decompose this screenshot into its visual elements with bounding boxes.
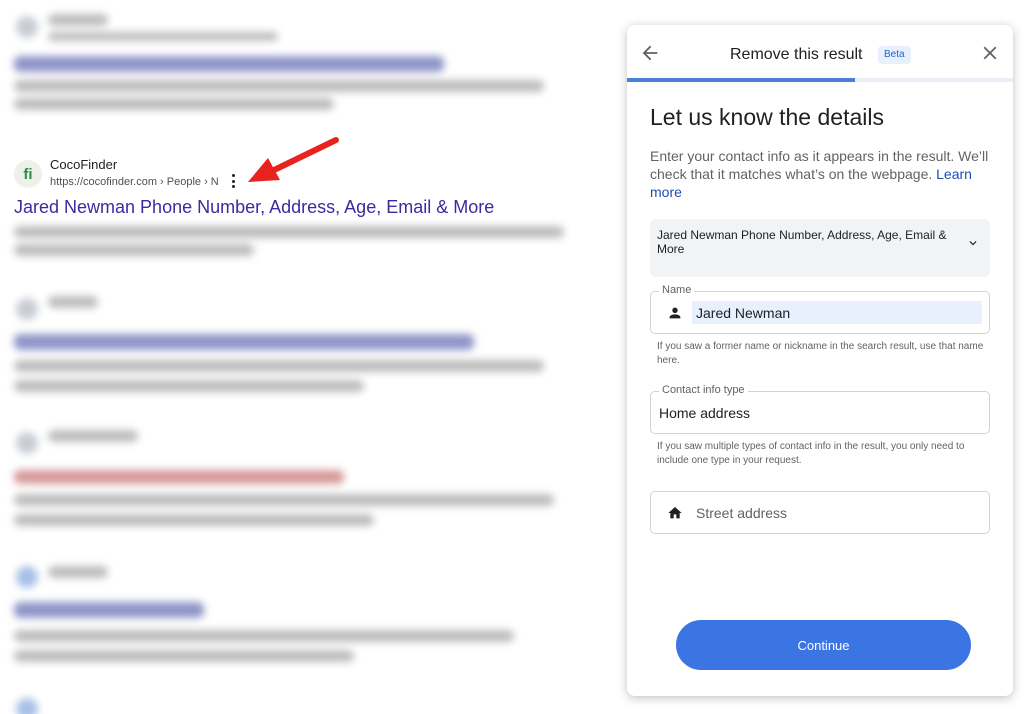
blurred-text	[48, 430, 138, 442]
result-select-value: Jared Newman Phone Number, Address, Age,…	[657, 228, 947, 256]
blurred-text	[14, 226, 564, 238]
blurred-link	[14, 56, 444, 72]
progress-fill	[627, 78, 855, 82]
contact-type-label: Contact info type	[659, 384, 748, 396]
street-address-field[interactable]	[650, 491, 990, 534]
blurred-text	[48, 32, 278, 41]
blurred-favicon	[16, 16, 38, 38]
result-url: https://cocofinder.com › People › N	[50, 176, 219, 188]
blurred-text	[14, 244, 254, 256]
blurred-text	[14, 380, 364, 392]
blurred-text	[14, 494, 554, 506]
blurred-favicon	[16, 298, 38, 320]
blurred-link	[14, 602, 204, 618]
contact-type-hint: If you saw multiple types of contact inf…	[657, 441, 965, 466]
close-icon[interactable]	[979, 42, 1001, 64]
person-icon	[669, 307, 681, 319]
name-hint: If you saw a former name or nickname in …	[657, 341, 984, 366]
dialog-heading: Let us know the details	[650, 104, 884, 130]
blurred-text	[48, 14, 108, 26]
blurred-text	[14, 98, 334, 110]
street-address-input[interactable]	[696, 502, 976, 524]
blurred-favicon	[16, 698, 38, 714]
remove-result-dialog: Remove this result Beta Let us know the …	[627, 25, 1013, 696]
dialog-description: Enter your contact info as it appears in…	[650, 147, 990, 201]
blurred-text	[14, 360, 544, 372]
contact-type-value: Home address	[659, 405, 751, 421]
blurred-text	[14, 630, 514, 642]
progress-bar	[627, 78, 1013, 82]
blurred-text	[48, 566, 108, 578]
blurred-link	[14, 470, 344, 484]
result-title-link[interactable]: Jared Newman Phone Number, Address, Age,…	[14, 197, 494, 218]
contact-type-select[interactable]: Contact info type Home address	[650, 384, 990, 434]
dialog-header: Remove this result Beta	[627, 25, 1013, 82]
back-arrow-icon[interactable]	[639, 42, 661, 64]
home-icon	[668, 507, 682, 519]
red-arrow-annotation	[248, 137, 339, 182]
result-select-dropdown[interactable]: Jared Newman Phone Number, Address, Age,…	[650, 219, 990, 277]
blurred-link	[14, 334, 474, 350]
blurred-favicon	[16, 566, 38, 588]
more-vert-icon[interactable]	[230, 174, 236, 188]
name-input[interactable]	[692, 301, 982, 324]
name-field[interactable]: Name	[650, 284, 990, 334]
blurred-text	[14, 650, 354, 662]
cocofinder-logo: fi	[14, 160, 42, 188]
continue-button[interactable]: Continue	[676, 620, 971, 670]
chevron-down-icon	[969, 241, 977, 246]
blurred-text	[48, 296, 98, 308]
dialog-title: Remove this result	[730, 46, 863, 63]
result-site-name: CocoFinder	[50, 157, 118, 172]
name-label: Name	[659, 284, 695, 296]
blurred-text	[14, 80, 544, 92]
beta-badge: Beta	[878, 46, 911, 64]
blurred-text	[14, 514, 374, 526]
blurred-favicon	[16, 432, 38, 454]
